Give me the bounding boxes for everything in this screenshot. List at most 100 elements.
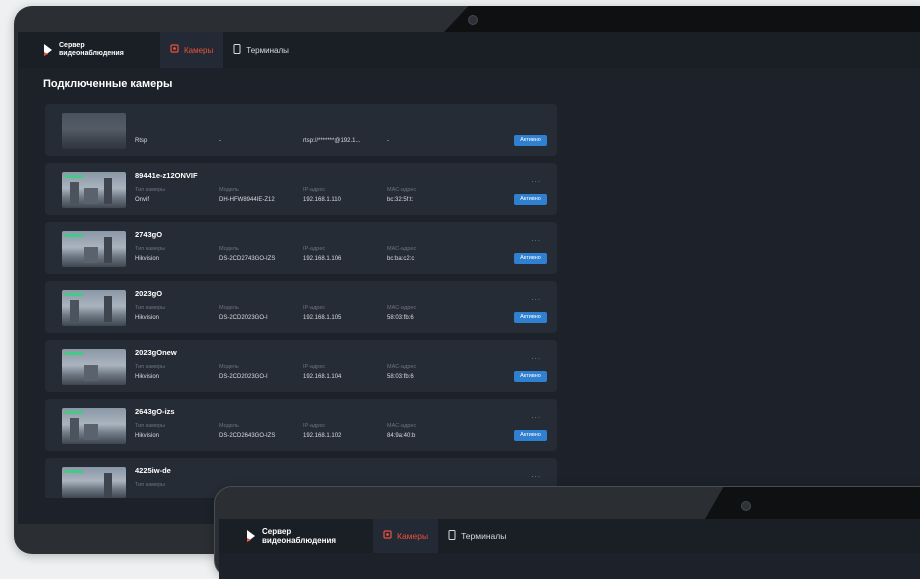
camera-mac: bc:ba:c2:c [387,256,415,262]
camera-card[interactable]: 2743gO Тип камеры Модель IP-адрес MAC-ад… [45,222,557,274]
camera-model: DS-2CD2023GO-I [219,315,268,321]
logo-line-1: Сервер [59,42,85,49]
app-logo[interactable]: Сервер видеонаблюдения [42,42,160,58]
app-logo[interactable]: Сервер видеонаблюдения [245,527,373,545]
tab-terminals-label: Терминалы [246,45,289,55]
mac-label: MAC-адрес [387,246,417,252]
camera-card[interactable]: 2023gO Тип камеры Модель IP-адрес MAC-ад… [45,281,557,333]
camera-ip: 192.168.1.104 [303,374,342,380]
more-options-icon[interactable]: ... [531,293,541,302]
camera-type: Hikvision [135,374,160,380]
camera-type: Rtsp [135,138,148,144]
camera-thumbnail [62,290,126,326]
camera-mac: - [387,138,389,144]
type-label: Тип камеры [135,305,166,311]
model-label: Модель [219,187,239,193]
mac-label: MAC-адрес [387,305,417,311]
camera-type: Hikvision [135,256,160,262]
camera-mac: bc:32:5f:t: [387,197,414,203]
app-screen: Сервер видеонаблюдения Камеры Терминалы … [18,32,920,524]
more-options-icon[interactable]: ... [531,411,541,420]
logo-line-2: видеонаблюдения [262,536,337,545]
more-options-icon[interactable]: ... [531,175,541,184]
camera-thumbnail [62,408,126,444]
ip-label: IP-адрес [303,364,326,370]
top-navbar: Сервер видеонаблюдения Камеры Терминалы [219,519,920,553]
device-camera-icon [741,501,751,511]
camera-thumbnail [62,113,126,149]
camera-model: DS-2CD2643GO-IZS [219,433,276,439]
camera-model: DS-2CD2743GO-IZS [219,256,276,262]
model-label: Модель [219,423,239,429]
ip-label: IP-адрес [303,246,326,252]
more-options-icon[interactable]: ... [531,234,541,243]
tab-terminals[interactable]: Терминалы [223,32,299,68]
camera-mac: 58:03:fb:6 [387,374,414,380]
camera-model: DH-HFW8944IE-Z12 [219,197,275,203]
type-label: Тип камеры [135,364,166,370]
status-badge: Активно [514,312,547,323]
status-badge: Активно [514,430,547,441]
camera-type: Onvif [135,197,150,203]
logo-icon [245,528,257,544]
type-label: Тип камеры [135,423,166,429]
camera-model: - [219,138,221,144]
type-label: Тип камеры [135,482,166,488]
camera-thumbnail [62,231,126,267]
camera-card[interactable]: 2643gO-izs Тип камеры Модель IP-адрес MA… [45,399,557,451]
camera-card[interactable]: Rtsp - rtsp://*******@192.1... - Активно [45,104,557,156]
model-label: Модель [219,364,239,370]
camera-card[interactable]: 2023gOnew Тип камеры Модель IP-адрес MAC… [45,340,557,392]
logo-line-1: Сервер [262,527,292,536]
model-label: Модель [219,246,239,252]
status-badge: Активно [514,194,547,205]
logo-icon [42,42,54,58]
app-screen-secondary: Сервер видеонаблюдения Камеры Терминалы [219,519,920,579]
camera-mac: 58:03:fb:6 [387,315,414,321]
camera-name: 2023gO [135,289,163,298]
camera-name: 89441e-z12ONVIF [135,171,198,180]
camera-type: Hikvision [135,315,160,321]
tablet-icon [233,44,241,56]
camera-ip: 192.168.1.105 [303,315,342,321]
more-options-icon[interactable]: ... [531,352,541,361]
tab-cameras-label: Камеры [397,531,429,541]
tab-cameras[interactable]: Камеры [373,519,439,553]
type-label: Тип камеры [135,187,166,193]
status-badge: Активно [514,135,547,146]
ip-label: IP-адрес [303,305,326,311]
camera-name: 4225iw-de [135,466,171,475]
page-title: Подключенные камеры [43,78,173,90]
device-frame-secondary: Сервер видеонаблюдения Камеры Терминалы [214,486,920,579]
tab-cameras[interactable]: Камеры [160,32,224,68]
ip-label: IP-адрес [303,187,326,193]
device-camera-icon [468,15,478,25]
camera-thumbnail [62,349,126,385]
device-bezel [444,6,920,32]
camera-thumbnail [62,467,126,498]
camera-model: DS-2CD2023GO-I [219,374,268,380]
status-badge: Активно [514,253,547,264]
mac-label: MAC-адрес [387,364,417,370]
camera-icon [383,530,392,542]
more-options-icon[interactable]: ... [531,470,541,479]
camera-ip: 192.168.1.110 [303,197,341,203]
tablet-icon [448,530,456,542]
device-frame-main: Сервер видеонаблюдения Камеры Терминалы … [14,6,920,554]
camera-type: Hikvision [135,433,160,439]
tab-cameras-label: Камеры [184,45,214,55]
mac-label: MAC-адрес [387,187,417,193]
tab-terminals-label: Терминалы [461,531,507,541]
model-label: Модель [219,305,239,311]
camera-thumbnail [62,172,126,208]
camera-card[interactable]: 89441e-z12ONVIF Тип камеры Модель IP-адр… [45,163,557,215]
ip-label: IP-адрес [303,423,326,429]
type-label: Тип камеры [135,246,166,252]
camera-mac: 84:9a:40:b [387,433,416,439]
mac-label: MAC-адрес [387,423,417,429]
camera-name: 2743gO [135,230,163,239]
tab-terminals[interactable]: Терминалы [438,519,516,553]
logo-line-2: видеонаблюдения [59,50,124,57]
camera-ip: rtsp://*******@192.1... [303,138,361,144]
status-badge: Активно [514,371,547,382]
